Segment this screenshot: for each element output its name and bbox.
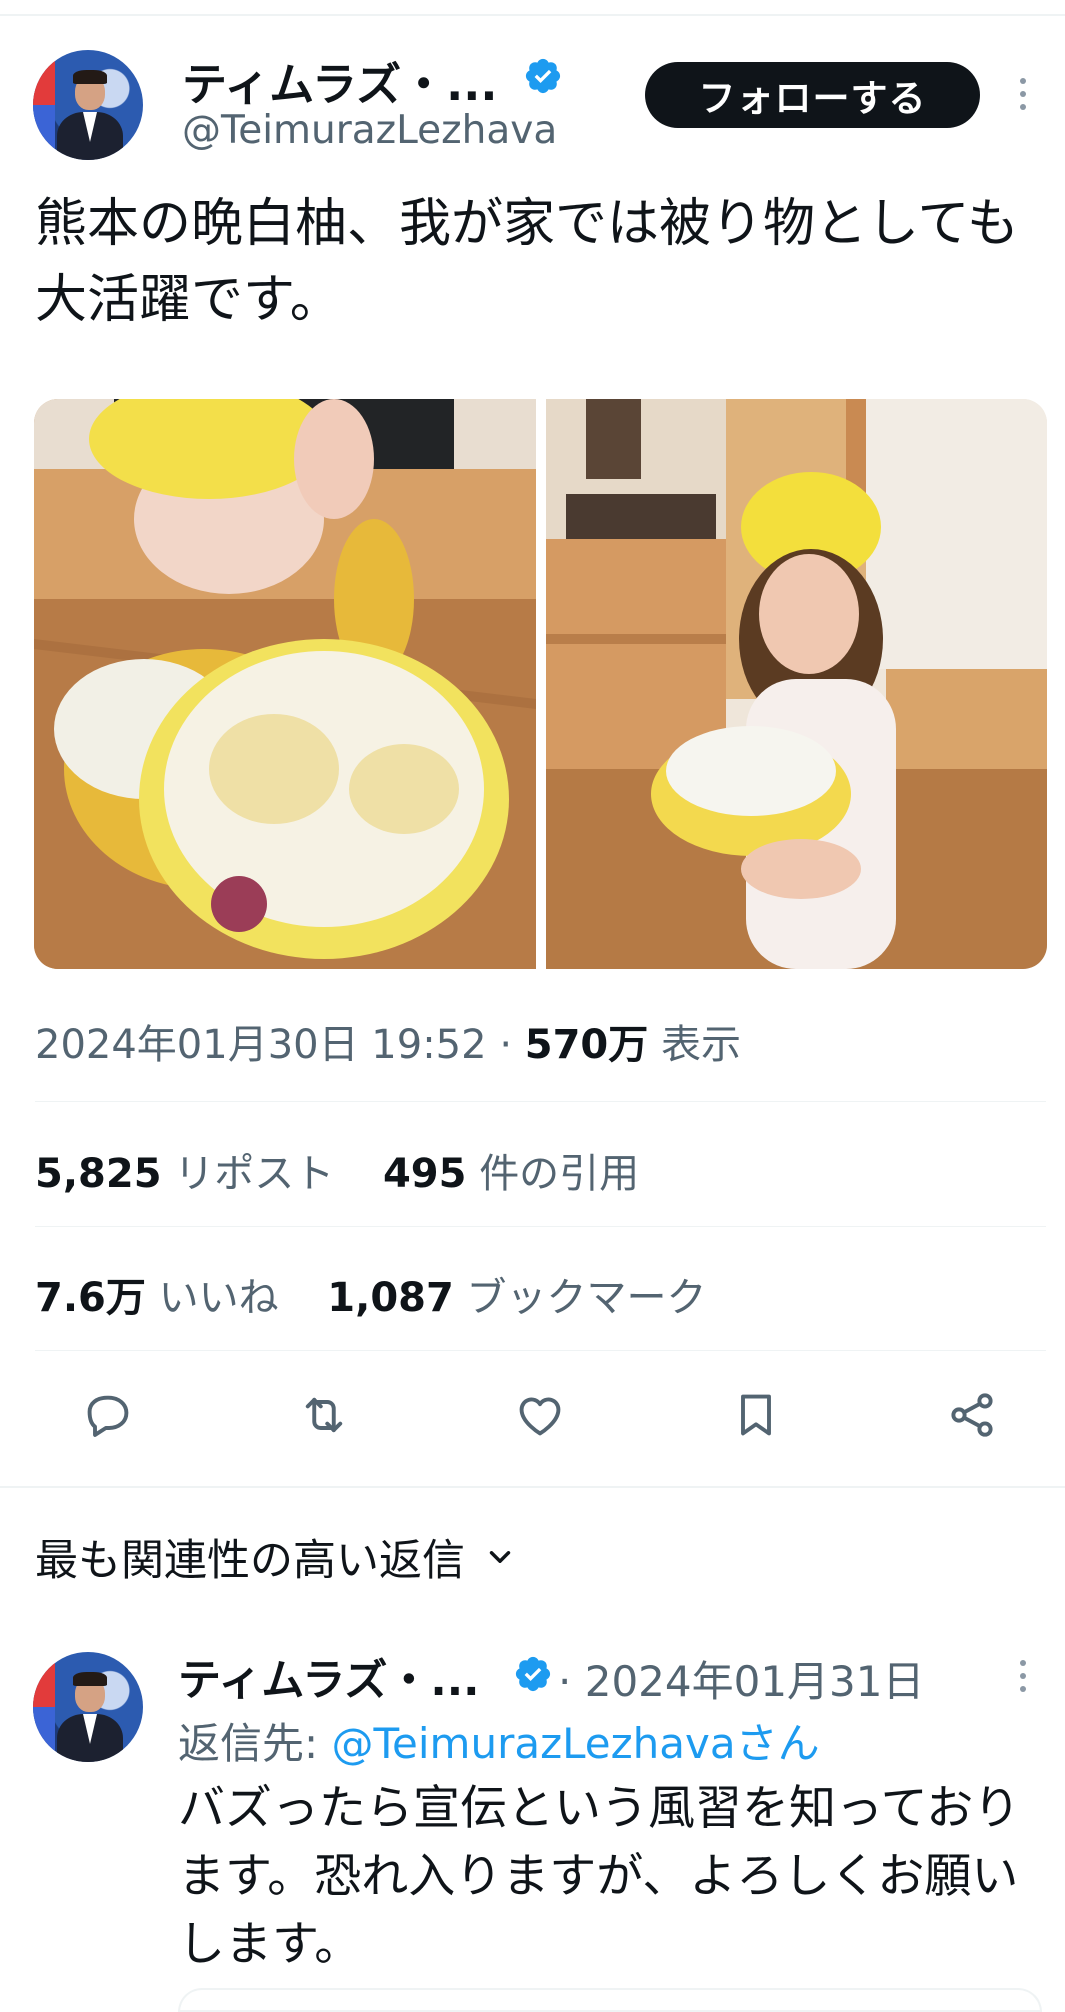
reply-icon[interactable] [78, 1385, 138, 1445]
tweet-meta: 2024年01月30日 19:52 · 570万 表示 [35, 1012, 741, 1070]
quotes-label: 件の引用 [479, 1151, 640, 1197]
reply-author-name[interactable]: ティムラズ・... [178, 1646, 479, 1708]
reply-date-separator: · [558, 1657, 572, 1706]
reposts-label: リポスト [174, 1151, 335, 1197]
tweet-timestamp[interactable]: 2024年01月30日 19:52 [35, 1022, 487, 1068]
replies-sort-label: 最も関連性の高い返信 [35, 1536, 465, 1586]
likes-stat[interactable]: 7.6万 いいね [35, 1275, 279, 1321]
views-label: 表示 [660, 1022, 741, 1068]
top-divider [0, 14, 1065, 16]
reply-author-avatar[interactable] [33, 1652, 143, 1762]
retweet-icon[interactable] [294, 1385, 354, 1445]
bookmarks-count: 1,087 [327, 1275, 454, 1321]
media-photo-1[interactable] [34, 399, 536, 969]
follow-button[interactable]: フォローする [645, 62, 980, 128]
bookmarks-label: ブックマーク [466, 1275, 707, 1321]
divider [35, 1101, 1046, 1102]
reply-to-line: 返信先: @TeimurazLezhavaさん [178, 1710, 820, 1771]
media-photo-2[interactable] [546, 399, 1047, 969]
reply-to-prefix: 返信先: [178, 1719, 332, 1768]
reply-date[interactable]: · 2024年01月31日 [558, 1648, 925, 1709]
meta-separator: · [499, 1022, 513, 1068]
likes-label: いいね [158, 1275, 279, 1321]
likes-count: 7.6万 [35, 1275, 146, 1321]
repost-stats: 5,825 リポスト 495 件の引用 [35, 1141, 639, 1199]
reply-date-text: 2024年01月31日 [584, 1657, 925, 1706]
next-card-edge [178, 1988, 1042, 2012]
replies-sort-dropdown[interactable]: 最も関連性の高い返信 [35, 1526, 517, 1588]
reposts-stat[interactable]: 5,825 リポスト [35, 1151, 334, 1197]
tweet-media[interactable] [34, 399, 1047, 969]
more-options-icon[interactable] [1018, 78, 1028, 117]
quotes-stat[interactable]: 495 件の引用 [383, 1151, 639, 1197]
like-stats: 7.6万 いいね 1,087 ブックマーク [35, 1265, 707, 1323]
reply-to-mention[interactable]: @TeimurazLezhavaさん [332, 1719, 820, 1768]
author-name[interactable]: ティムラズ・... [182, 48, 497, 113]
verified-badge-icon [525, 58, 561, 94]
reposts-count: 5,825 [35, 1151, 162, 1197]
tweet-text: 熊本の晩白柚、我が家では被り物としても大活躍です。 [35, 194, 1019, 330]
like-icon[interactable] [510, 1385, 570, 1445]
reply-more-options-icon[interactable] [1018, 1660, 1028, 1699]
quotes-count: 495 [382, 1151, 467, 1197]
views-count: 570万 [524, 1022, 649, 1068]
author-handle[interactable]: @TeimurazLezhava [182, 108, 557, 153]
divider [35, 1350, 1046, 1351]
reply-text: バズったら宣伝という風習を知っております。恐れ入りますが、よろしくお願いします。 [178, 1781, 1021, 1972]
section-separator [0, 1486, 1065, 1488]
chevron-down-icon [489, 1551, 511, 1563]
bookmarks-stat[interactable]: 1,087 ブックマーク [327, 1275, 706, 1321]
action-bar [0, 1385, 1065, 1455]
author-avatar[interactable] [33, 50, 143, 160]
verified-badge-icon [515, 1656, 551, 1692]
bookmark-icon[interactable] [726, 1385, 786, 1445]
divider [35, 1226, 1046, 1227]
share-icon[interactable] [942, 1385, 1002, 1445]
